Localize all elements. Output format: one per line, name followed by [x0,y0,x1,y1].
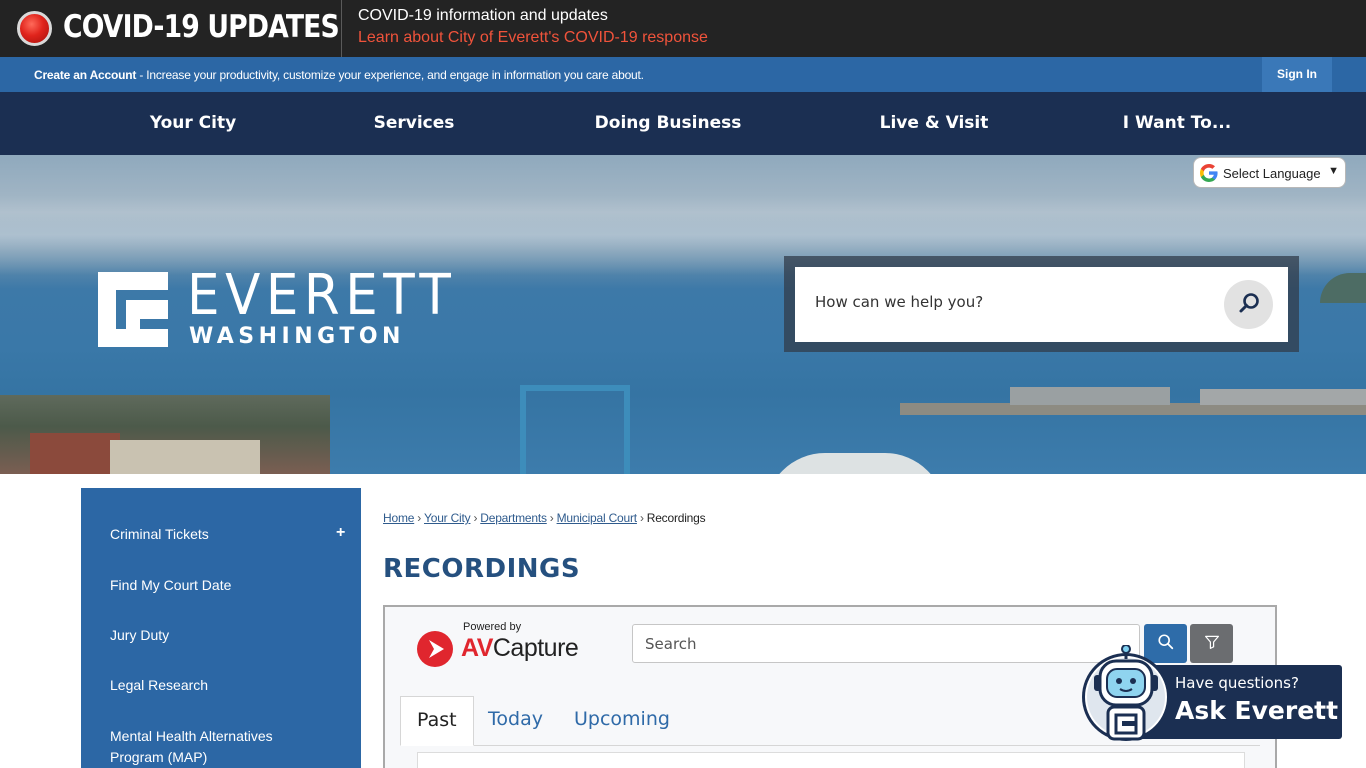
breadcrumb-home[interactable]: Home [383,511,414,525]
tab-past[interactable]: Past [400,696,474,746]
recordings-panel [417,752,1245,768]
hero-ship [1010,387,1170,405]
chat-title: Ask Everett [1175,696,1339,725]
breadcrumb-separator: › [473,511,478,525]
covid-title[interactable]: COVID-19 UPDATES [63,9,340,45]
hero-ship [1200,389,1366,405]
site-search-button[interactable] [1224,280,1273,329]
recordings-search-input[interactable] [632,624,1140,663]
chevron-down-icon: ▼ [1328,165,1339,177]
nav-your-city[interactable]: Your City [150,92,236,155]
tab-upcoming[interactable]: Upcoming [574,696,670,746]
robot-avatar-icon[interactable] [1080,645,1172,745]
nav-live-visit[interactable]: Live & Visit [880,92,989,155]
account-message: Create an Account - Increase your produc… [34,68,644,82]
main-navigation: Your City Services Doing Business Live &… [0,92,1366,155]
breadcrumb-departments[interactable]: Departments [480,511,547,525]
account-bar: Create an Account - Increase your produc… [0,57,1366,92]
sidebar-item-criminal-tickets[interactable]: Criminal Tickets [110,526,209,542]
sign-in-button[interactable]: Sign In [1262,57,1332,92]
chat-question: Have questions? [1175,674,1299,692]
breadcrumb-separator: › [639,511,644,525]
site-search-field [795,267,1288,342]
sidebar-item-mental-health[interactable]: Mental Health Alternatives [110,728,273,744]
hero-crane [520,385,630,474]
language-label: Select Language [1223,166,1321,181]
hero-dome [765,453,945,474]
hero-headland [1320,273,1366,303]
breadcrumb-separator: › [417,511,422,525]
search-icon [1239,293,1259,313]
create-account-link[interactable]: Create an Account [34,68,136,82]
avcapture-brand: AVCapture [461,634,579,663]
expand-plus-icon[interactable]: + [336,524,345,542]
google-g-icon [1200,164,1218,182]
sidebar-item-jury-duty[interactable]: Jury Duty [110,627,169,643]
nav-i-want-to[interactable]: I Want To... [1123,92,1231,155]
breadcrumb-municipal-court[interactable]: Municipal Court [557,511,638,525]
sidebar-item-find-court-date[interactable]: Find My Court Date [110,577,231,593]
hero-building [30,433,120,474]
divider [341,0,342,57]
language-select[interactable]: Select Language ▼ [1193,157,1346,188]
covid-banner: COVID-19 UPDATES COVID-19 information an… [0,0,1366,57]
logo-city-name[interactable]: EVERETT [187,266,456,326]
site-search [784,256,1299,352]
breadcrumb: Home › Your City › Departments › Municipal Cou… [383,511,706,525]
sidebar-menu: Criminal Tickets + Find My Court Date Ju… [81,488,361,768]
tab-today[interactable]: Today [488,696,543,746]
sidebar-item-mental-health-line2[interactable]: Program (MAP) [110,749,207,765]
powered-by-label: Powered by [463,621,522,633]
site-search-input[interactable] [815,293,1215,311]
sidebar-item-legal-research[interactable]: Legal Research [110,677,208,693]
avcapture-play-icon [417,631,453,667]
everett-logo-mark-icon[interactable] [98,272,168,347]
breadcrumb-current: Recordings [646,511,706,525]
breadcrumb-separator: › [549,511,554,525]
hero-building [110,440,260,474]
alert-dot-icon [17,11,52,46]
covid-info-text: COVID-19 information and updates [358,7,608,24]
account-description: - Increase your productivity, customize … [136,68,644,82]
breadcrumb-your-city[interactable]: Your City [424,511,471,525]
logo-state-name[interactable]: WASHINGTON [189,324,405,349]
covid-response-link[interactable]: Learn about City of Everett's COVID-19 r… [358,29,708,47]
ask-everett-chat[interactable]: Have questions? Ask Everett [1080,645,1342,741]
page-title: RECORDINGS [383,554,581,584]
brand-av: AV [461,634,493,662]
nav-services[interactable]: Services [374,92,455,155]
nav-doing-business[interactable]: Doing Business [595,92,742,155]
brand-capture: Capture [492,634,579,662]
